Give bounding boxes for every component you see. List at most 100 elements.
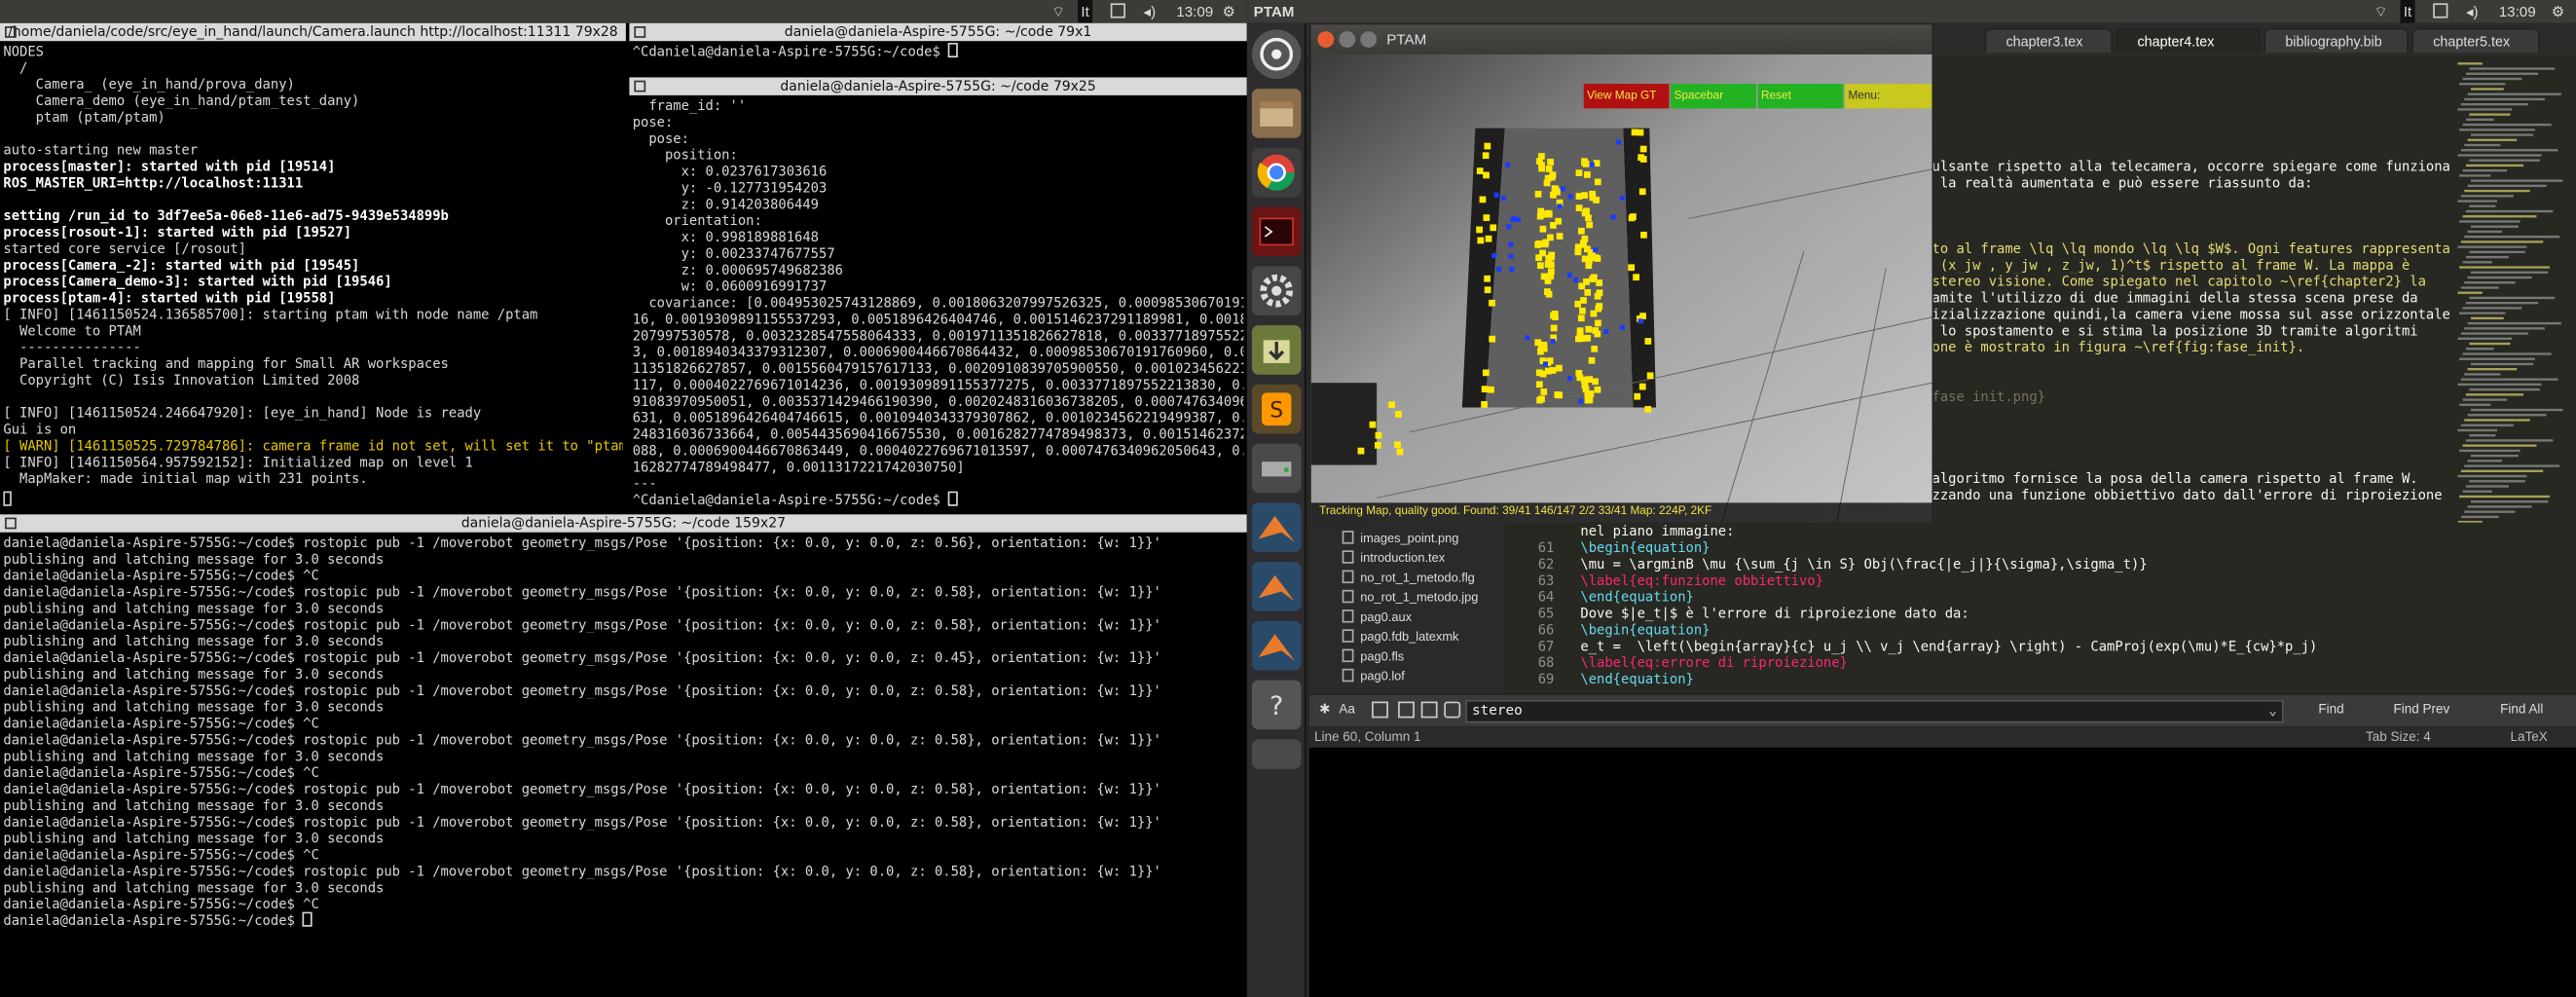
dash-icon[interactable] xyxy=(1251,29,1302,79)
terminal-line: Camera_ (eye_in_hand/prova_dany) xyxy=(3,75,295,92)
find-prev-button[interactable]: Find Prev xyxy=(2373,698,2471,720)
find-button[interactable]: Find xyxy=(2300,698,2363,720)
terminal-title-bar[interactable]: /home/daniela/code/src/eye_in_hand/launc… xyxy=(0,22,626,42)
sidebar-file[interactable]: no_rot_1_metodo.jpg xyxy=(1342,588,1478,608)
sidebar-file[interactable]: introduction.tex xyxy=(1342,549,1479,569)
menu-button[interactable]: Menu: xyxy=(1845,84,1932,109)
terminal-line: daniela@daniela-Aspire-5755G:~/code$ ^C xyxy=(3,895,319,912)
volume-icon[interactable]: ◂) xyxy=(1144,0,1157,23)
files-icon[interactable] xyxy=(1251,89,1302,138)
network-icon[interactable]: ⌔ xyxy=(2374,0,2387,23)
clock[interactable]: 13:09 xyxy=(1176,0,1213,23)
terminal-title-bar[interactable]: daniela@daniela-Aspire-5755G: ~/code 79x… xyxy=(629,77,1247,95)
chrome-icon[interactable] xyxy=(1251,147,1302,198)
minimap-line xyxy=(2469,434,2496,437)
file-name: images_point.png xyxy=(1360,531,1459,546)
chevron-down-icon[interactable]: ⌄ xyxy=(2268,702,2277,721)
drive-icon[interactable] xyxy=(1251,443,1302,494)
battery-icon[interactable] xyxy=(1110,0,1125,23)
camera-view[interactable]: View Map GT Spacebar Reset Menu: Trackin… xyxy=(1310,54,1932,523)
feature-point xyxy=(1552,186,1560,194)
clock[interactable]: 13:09 xyxy=(2499,0,2536,23)
find-input[interactable]: stereo ⌄ xyxy=(1465,699,2284,723)
terminal-title-bar[interactable]: daniela@daniela-Aspire-5755G: ~/code 159… xyxy=(0,514,1247,533)
tab-chapter3[interactable]: chapter3.tex xyxy=(1984,27,2114,53)
settings-icon[interactable] xyxy=(1251,266,1302,315)
syntax-selector[interactable]: LaTeX xyxy=(2511,728,2548,748)
sidebar-file[interactable]: images_point.png xyxy=(1342,529,1479,548)
matlab-icon[interactable] xyxy=(1251,620,1302,671)
terminal-79x1[interactable]: daniela@daniela-Aspire-5755G: ~/code 79x… xyxy=(629,22,1247,76)
network-icon[interactable]: ⌔ xyxy=(1051,0,1065,23)
editor-code-pane[interactable]: nel piano immagine: 61 \begin{equation} 62 \… xyxy=(1504,522,2576,694)
case-toggle[interactable]: Aa xyxy=(1339,702,1355,717)
gear-icon[interactable]: ⚙ xyxy=(1223,0,1236,23)
matlab-icon[interactable] xyxy=(1251,562,1302,611)
code-text: e_t = \left(\begin{array}{c} u_j \\ v_j … xyxy=(1580,637,2318,654)
keyboard-indicator-icon[interactable]: It xyxy=(1078,0,1093,23)
editor-text-area[interactable]: ulsante rispetto alla telecamera, occorr… xyxy=(1932,158,2451,523)
close-icon[interactable] xyxy=(1317,31,1335,48)
terminal-line: --------------- xyxy=(3,338,141,355)
file-icon xyxy=(1342,531,1354,544)
terminal-title: daniela@daniela-Aspire-5755G: ~/code 159… xyxy=(460,514,787,532)
trash-icon[interactable] xyxy=(1251,739,1302,769)
minimize-icon[interactable] xyxy=(1339,31,1356,48)
spacebar-button[interactable]: Spacebar xyxy=(1671,84,1756,109)
sidebar-file[interactable]: pag0.fls xyxy=(1342,647,1479,667)
feature-point xyxy=(1593,197,1600,203)
wrap-toggle[interactable] xyxy=(1398,701,1415,719)
terminal-roslaunch[interactable]: /home/daniela/code/src/eye_in_hand/launc… xyxy=(0,22,626,511)
feature-point xyxy=(1525,335,1530,341)
reset-button[interactable]: Reset xyxy=(1757,84,1844,109)
terminal-split-icon[interactable] xyxy=(5,26,17,38)
sidebar-file[interactable]: pag0.lof xyxy=(1342,667,1479,686)
feature-point xyxy=(1506,224,1512,230)
tab-chapter4[interactable]: chapter4.tex xyxy=(2116,27,2261,53)
terminal-split-icon[interactable] xyxy=(5,517,17,530)
highlight-toggle[interactable] xyxy=(1444,701,1461,719)
code-text: nel piano immagine: xyxy=(1580,522,1735,539)
sidebar-file[interactable]: pag0.fdb_latexmk xyxy=(1342,628,1479,647)
keyboard-indicator-icon[interactable]: It xyxy=(2400,0,2415,23)
gear-icon[interactable]: ⚙ xyxy=(2552,0,2565,23)
terminal-title-bar[interactable]: daniela@daniela-Aspire-5755G: ~/code 79x… xyxy=(629,22,1247,42)
sidebar-file[interactable]: pag0.aux xyxy=(1342,608,1479,627)
whole-word-toggle[interactable] xyxy=(1372,701,1388,719)
terminal-split-icon[interactable] xyxy=(634,26,646,38)
sublime-text-icon[interactable]: S xyxy=(1251,384,1302,434)
feature-point xyxy=(1484,275,1491,282)
terminal-split-icon[interactable] xyxy=(634,80,646,92)
minimap-line xyxy=(2467,92,2561,95)
feature-point xyxy=(1490,224,1497,232)
terminal-rostopic[interactable]: daniela@daniela-Aspire-5755G: ~/code 159… xyxy=(0,514,1247,997)
editor-line: amite l'utilizzo di due immagini della s… xyxy=(1932,289,2418,306)
tab-chapter5[interactable]: chapter5.tex xyxy=(2411,27,2540,53)
feature-point xyxy=(1584,396,1592,404)
matlab-icon[interactable] xyxy=(1251,502,1302,552)
tab-bibliography[interactable]: bibliography.bib xyxy=(2263,27,2409,53)
ptam-title-bar[interactable]: PTAM xyxy=(1310,24,1932,55)
battery-icon[interactable] xyxy=(2433,0,2448,23)
feature-point xyxy=(1619,324,1625,330)
terminal-app-icon[interactable] xyxy=(1251,206,1302,257)
view-map-button[interactable]: View Map GT xyxy=(1583,84,1670,109)
tab-size[interactable]: Tab Size: 4 xyxy=(2366,728,2431,748)
regex-toggle[interactable]: ✱ xyxy=(1319,702,1330,717)
feature-point xyxy=(1638,188,1646,196)
feature-point xyxy=(1496,267,1502,273)
find-all-button[interactable]: Find All xyxy=(2474,698,2569,720)
sidebar-file[interactable]: no_rot_1_metodo.flg xyxy=(1342,569,1479,588)
terminal-line: 248316036733664, 0.0054435690416675530, … xyxy=(632,425,1244,442)
help-icon[interactable]: ? xyxy=(1251,680,1302,730)
feature-point xyxy=(1633,274,1639,281)
install-icon[interactable] xyxy=(1251,325,1302,375)
terminal-pose-echo[interactable]: daniela@daniela-Aspire-5755G: ~/code 79x… xyxy=(629,77,1247,511)
terminal-line: process[ptam-4]: started with pid [19558… xyxy=(3,289,336,306)
volume-icon[interactable]: ◂) xyxy=(2466,0,2479,23)
maximize-icon[interactable] xyxy=(1360,31,1378,48)
feature-point xyxy=(1500,196,1506,202)
in-selection-toggle[interactable] xyxy=(1420,701,1438,719)
